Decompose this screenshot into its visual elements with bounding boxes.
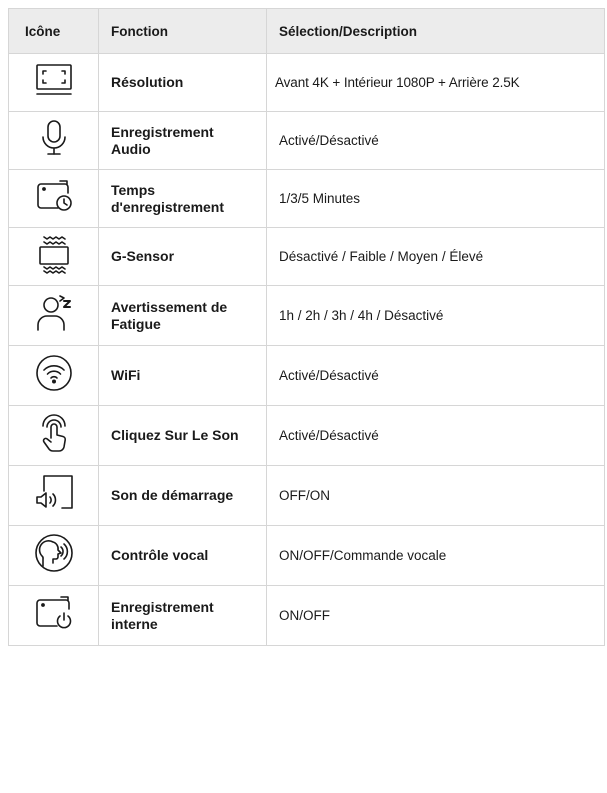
function-label: Enregistrement Audio: [98, 111, 267, 170]
description-value: OFF/ON: [266, 465, 605, 526]
table-row: Avertissement de Fatigue 1h / 2h / 3h / …: [8, 285, 605, 346]
description-value: Activé/Désactivé: [266, 345, 605, 406]
function-label: Son de démarrage: [98, 465, 267, 526]
function-label: Enregistrement interne: [98, 585, 267, 646]
function-label: WiFi: [98, 345, 267, 406]
table-row: Cliquez Sur Le Son Activé/Désactivé: [8, 405, 605, 466]
settings-table: Icône Fonction Sélection/Description Rés…: [8, 8, 605, 646]
camera-power-icon: [33, 593, 75, 633]
table-row: Temps d'enregistrement 1/3/5 Minutes: [8, 169, 605, 228]
fatigue-sleep-icon: [34, 293, 74, 333]
table-row: Enregistrement Audio Activé/Désactivé: [8, 111, 605, 170]
function-label: Contrôle vocal: [98, 525, 267, 586]
function-label: G-Sensor: [98, 227, 267, 286]
table-row: Enregistrement interne ON/OFF: [8, 585, 605, 646]
description-value: Activé/Désactivé: [266, 111, 605, 170]
function-label: Cliquez Sur Le Son: [98, 405, 267, 466]
resolution-icon: [34, 62, 74, 98]
camera-timer-icon: [34, 178, 74, 214]
table-row: WiFi Activé/Désactivé: [8, 345, 605, 406]
touch-tap-icon: [34, 412, 74, 454]
function-label: Avertissement de Fatigue: [98, 285, 267, 346]
description-value: Avant 4K + Intérieur 1080P + Arrière 2.5…: [266, 53, 605, 112]
table-row: Résolution Avant 4K + Intérieur 1080P + …: [8, 53, 605, 112]
table-row: Contrôle vocal ON/OFF/Commande vocale: [8, 525, 605, 586]
header-icon: Icône: [8, 8, 99, 54]
description-value: 1h / 2h / 3h / 4h / Désactivé: [266, 285, 605, 346]
function-label: Résolution: [98, 53, 267, 112]
voice-control-icon: [33, 532, 75, 574]
startup-sound-icon: [32, 473, 76, 513]
header-description: Sélection/Description: [266, 8, 605, 54]
wifi-icon: [34, 353, 74, 393]
header-function: Fonction: [98, 8, 267, 54]
description-value: 1/3/5 Minutes: [266, 169, 605, 228]
description-value: Activé/Désactivé: [266, 405, 605, 466]
description-value: ON/OFF: [266, 585, 605, 646]
g-sensor-icon: [34, 234, 74, 274]
microphone-icon: [36, 118, 72, 158]
description-value: ON/OFF/Commande vocale: [266, 525, 605, 586]
table-row: G-Sensor Désactivé / Faible / Moyen / Él…: [8, 227, 605, 286]
table-header-row: Icône Fonction Sélection/Description: [8, 8, 605, 54]
table-row: Son de démarrage OFF/ON: [8, 465, 605, 526]
function-label: Temps d'enregistrement: [98, 169, 267, 228]
description-value: Désactivé / Faible / Moyen / Élevé: [266, 227, 605, 286]
